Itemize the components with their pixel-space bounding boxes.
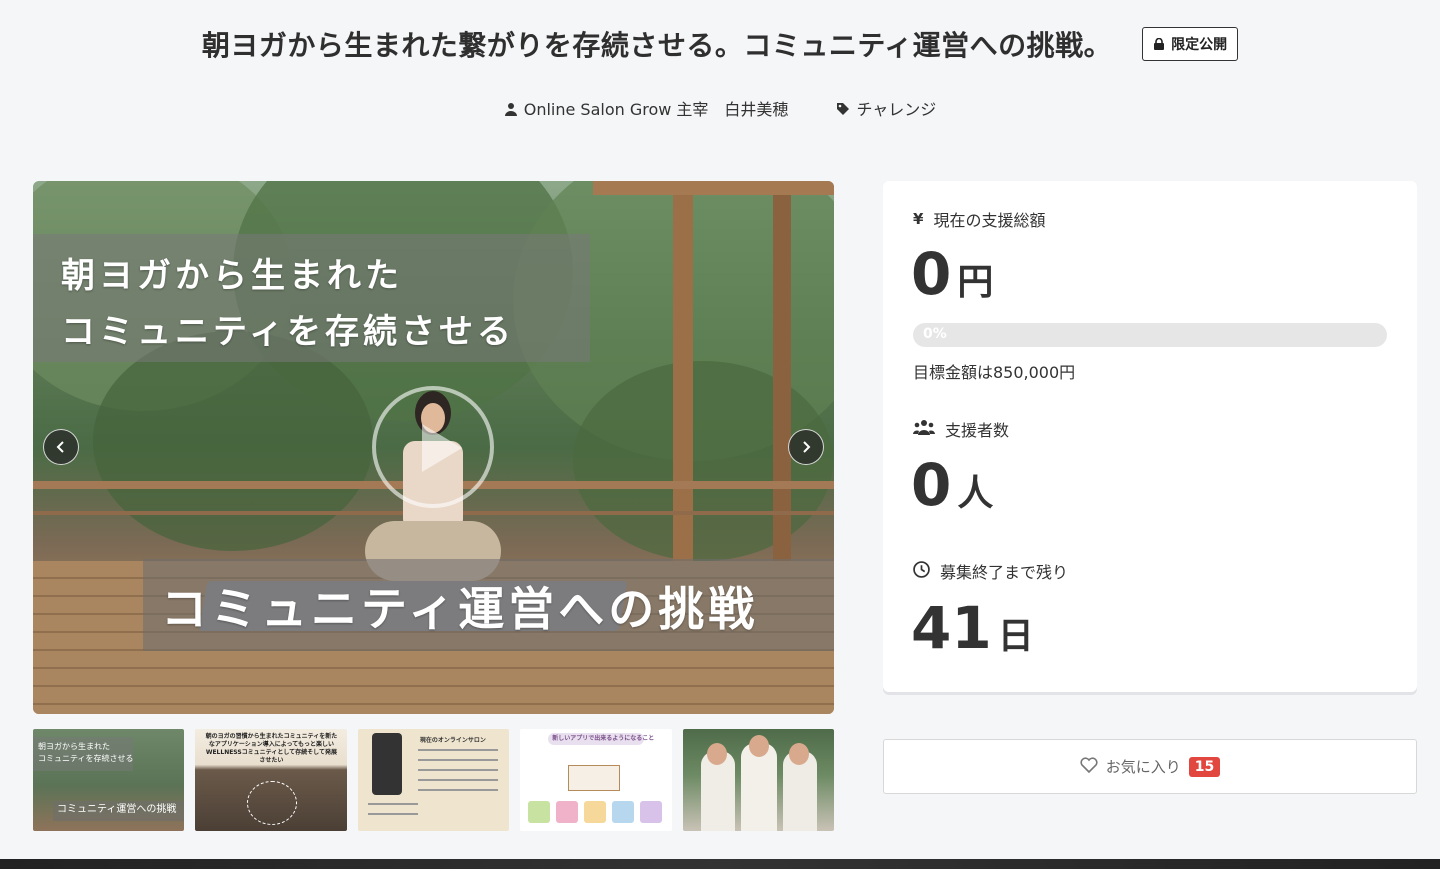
amount-value: 0 円 (911, 245, 993, 305)
thumbnail-1[interactable]: 朝ヨガから生まれた コミュニティを存続させる コミュニティ運営への挑戦 (33, 729, 185, 831)
thumbnail-face (788, 743, 809, 765)
supporters-label-row: 支援者数 (913, 417, 1009, 441)
progress-text: 0% (923, 326, 947, 342)
chevron-left-icon (56, 441, 64, 453)
thumbnail-text: 新しいアプリで出来るようになること (552, 735, 655, 742)
thumbnail-chip (612, 801, 635, 823)
next-slide-button[interactable] (788, 429, 824, 465)
title-row: 朝ヨガから生まれた繋がりを存続させる。コミュニティ運営への挑戦。 限定公開 (0, 24, 1440, 64)
remaining-number: 41 (911, 594, 992, 662)
category-name: チャレンジ (856, 100, 937, 119)
remaining-value: 41 日 (911, 599, 1034, 659)
category-link[interactable]: チャレンジ (836, 96, 936, 120)
thumbnail-text: 朝のヨガの習慣から生まれたコミュニティを新たなアプリケーション導入によってもっと… (205, 733, 338, 764)
thumbnail-text: コミュニティ運営への挑戦 (57, 804, 177, 815)
overlay-bottom-box: コミュニティ運営への挑戦 (143, 559, 834, 651)
thumbnail-line (417, 779, 498, 781)
thumbnail-text: コミュニティを存続させる (38, 754, 134, 763)
favorite-count-badge: 15 (1188, 756, 1221, 777)
limited-visibility-badge: 限定公開 (1142, 27, 1239, 61)
thumbnail-strip: 朝ヨガから生まれた コミュニティを存続させる コミュニティ運営への挑戦 朝のヨガ… (33, 729, 835, 831)
owner-name: Online Salon Grow 主宰 白井美穂 (523, 100, 789, 119)
remaining-label: 募集終了まで残り (940, 563, 1069, 582)
thumbnail-chip (584, 801, 607, 823)
thumbnail-phone (371, 733, 402, 795)
amount-label-row: ¥ 現在の支援総額 (913, 207, 1045, 231)
overlay-line-2: コミュニティを存続させる (61, 312, 515, 352)
amount-label: 現在の支援総額 (933, 211, 1046, 230)
progress-bar: 0% (913, 323, 1387, 347)
users-icon (913, 419, 935, 439)
favorite-label: お気に入り (1105, 758, 1181, 776)
thumbnail-chip (640, 801, 663, 823)
goal-text: 目標金額は850,000円 (913, 363, 1076, 382)
bottom-edge-bar (0, 859, 1440, 869)
main-video[interactable]: 朝ヨガから生まれた コミュニティを存続させる コミュニティ運営への挑戦 (33, 181, 834, 714)
remaining-label-row: 募集終了まで残り (913, 559, 1068, 583)
play-icon (422, 424, 462, 472)
prev-slide-button[interactable] (43, 429, 79, 465)
thumbnail-line (367, 813, 418, 815)
supporters-value: 0 人 (911, 456, 993, 516)
pergola-beam (593, 181, 834, 195)
thumbnail-chip (528, 801, 551, 823)
thumbnail-4[interactable]: 新しいアプリで出来るようになること (520, 729, 672, 831)
pergola-post (773, 181, 791, 561)
page-title: 朝ヨガから生まれた繋がりを存続させる。コミュニティ運営への挑戦。 (201, 29, 1113, 62)
thumbnail-line (417, 789, 498, 791)
clock-icon (913, 560, 930, 582)
thumbnail-line (417, 769, 498, 771)
supporters-number: 0 (911, 451, 952, 519)
yen-icon: ¥ (913, 210, 924, 228)
amount-unit: 円 (957, 262, 994, 303)
badge-label: 限定公開 (1171, 37, 1228, 53)
thumbnail-face (706, 743, 727, 765)
thumbnail-box (568, 765, 621, 791)
stats-card: ¥ 現在の支援総額 0 円 0% 目標金額は850,000円 支援者数 0 人 … (883, 181, 1417, 692)
overlay-bottom-text: コミュニティ運営への挑戦 (161, 582, 759, 636)
thumbnail-5[interactable] (682, 729, 835, 831)
thumbnail-text: 現在のオンラインサロン (419, 737, 486, 744)
thumbnail-text: 朝ヨガから生まれた (38, 742, 110, 751)
favorite-button[interactable]: お気に入り 15 (883, 739, 1417, 794)
owner-link[interactable]: Online Salon Grow 主宰 白井美穂 (504, 96, 789, 120)
thumbnail-circle (247, 781, 298, 825)
thumbnail-line (417, 759, 498, 761)
user-icon (504, 101, 518, 116)
tree-foliage (93, 331, 373, 551)
meta-row: Online Salon Grow 主宰 白井美穂 チャレンジ (0, 96, 1440, 120)
project-header: 朝ヨガから生まれた繋がりを存続させる。コミュニティ運営への挑戦。 限定公開 On… (0, 0, 1440, 140)
heart-icon (1080, 756, 1098, 777)
overlay-line-1: 朝ヨガから生まれた (61, 256, 403, 296)
thumbnail-face (748, 735, 769, 757)
thumbnail-line (417, 749, 498, 751)
pergola-post (673, 181, 693, 561)
remaining-unit: 日 (997, 616, 1034, 657)
play-button[interactable] (372, 386, 494, 508)
lock-icon (1153, 37, 1165, 50)
overlay-title-box: 朝ヨガから生まれた コミュニティを存続させる (33, 234, 590, 362)
chevron-right-icon (803, 441, 811, 453)
supporters-unit: 人 (957, 473, 994, 514)
thumbnail-2[interactable]: 朝のヨガの習慣から生まれたコミュニティを新たなアプリケーション導入によってもっと… (195, 729, 347, 831)
amount-number: 0 (911, 240, 952, 308)
supporters-label: 支援者数 (945, 421, 1010, 440)
thumbnail-line (367, 803, 418, 805)
thumbnail-3[interactable]: 現在のオンラインサロン (357, 729, 510, 831)
tag-icon (836, 101, 850, 115)
thumbnail-chip (556, 801, 579, 823)
